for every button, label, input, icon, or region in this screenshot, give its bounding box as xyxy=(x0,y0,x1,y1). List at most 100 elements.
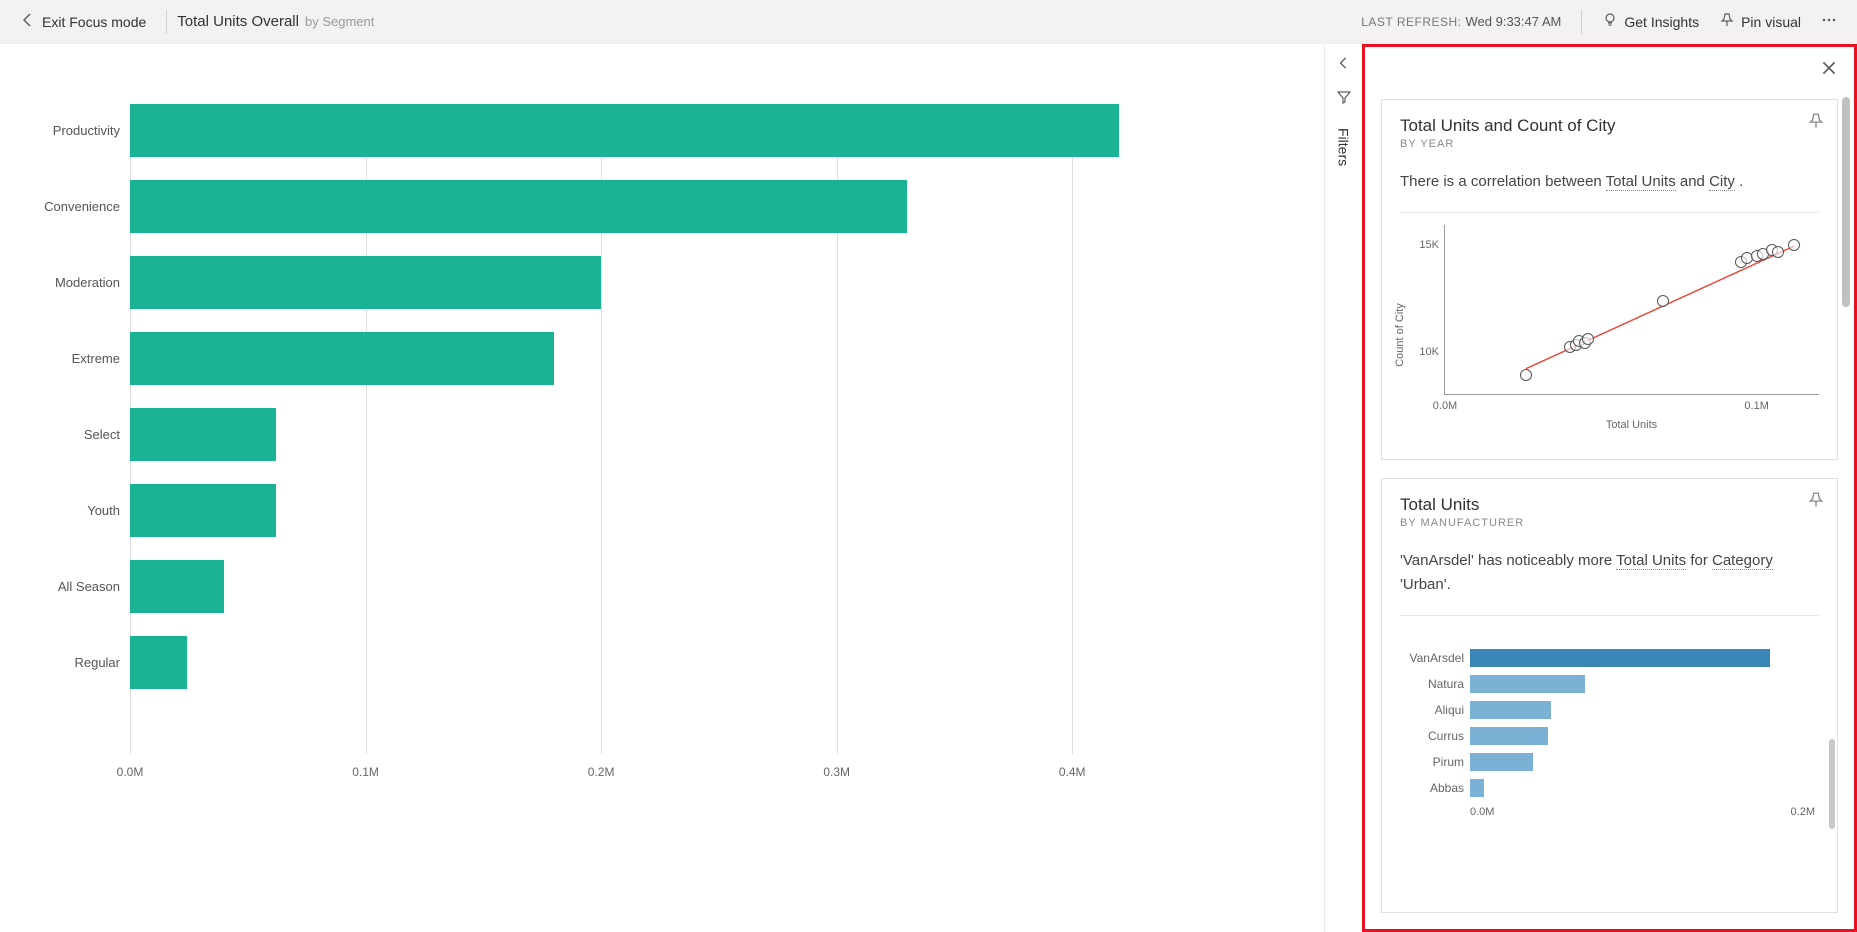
insight-bar-chart: VanArsdelNaturaAliquiCurrusPirumAbbas0.0… xyxy=(1400,646,1819,818)
pin-insight-button[interactable] xyxy=(1807,112,1825,135)
get-insights-button[interactable]: Get Insights xyxy=(1592,8,1709,35)
more-options-button[interactable] xyxy=(1811,8,1847,35)
divider xyxy=(1581,10,1582,34)
insights-pane: Total Units and Count of City BY YEAR Th… xyxy=(1362,44,1857,932)
bar-row[interactable]: All Season xyxy=(130,560,224,613)
bar xyxy=(130,180,907,233)
insight-title: Total Units and Count of City xyxy=(1400,116,1819,136)
scatter-x-tick: 0.0M xyxy=(1433,400,1457,412)
bar xyxy=(130,484,276,537)
bar xyxy=(130,408,276,461)
top-toolbar: Exit Focus mode Total Units Overall by S… xyxy=(0,0,1857,44)
bar-row[interactable]: Moderation xyxy=(130,256,601,309)
filters-pane-collapsed[interactable]: Filters xyxy=(1324,44,1362,932)
bar xyxy=(130,256,601,309)
insight-title: Total Units xyxy=(1400,495,1819,515)
bar-row[interactable]: Regular xyxy=(130,636,187,689)
mini-bar xyxy=(1470,753,1533,771)
page-title: Total Units Overall xyxy=(177,13,299,30)
mini-bar-label: Aliqui xyxy=(1400,703,1464,717)
mini-axis-tick: 0.2M xyxy=(1791,806,1815,818)
divider xyxy=(166,10,167,34)
close-insights-button[interactable] xyxy=(1816,55,1842,86)
bar xyxy=(130,636,187,689)
insight-subtitle: BY MANUFACTURER xyxy=(1400,517,1819,529)
mini-bar xyxy=(1470,779,1484,797)
bar-row[interactable]: Convenience xyxy=(130,180,907,233)
insight-card-manufacturer[interactable]: Total Units BY MANUFACTURER 'VanArsdel' … xyxy=(1381,478,1838,913)
pin-visual-label: Pin visual xyxy=(1741,14,1801,30)
mini-bar-axis: 0.0M 0.2M xyxy=(1470,806,1819,818)
scatter-x-tick: 0.1M xyxy=(1744,400,1768,412)
bar-category-label: Moderation xyxy=(10,275,120,290)
exit-label: Exit Focus mode xyxy=(42,14,146,30)
scatter-y-tick: 15K xyxy=(1401,239,1439,251)
pin-insight-button[interactable] xyxy=(1807,491,1825,514)
mini-axis-tick: 0.0M xyxy=(1470,806,1494,818)
main-chart-pane: 0.0M 0.1M 0.2M 0.3M 0.4M Productivity Convenie… xyxy=(0,44,1324,932)
x-axis-tick-label: 0.0M xyxy=(117,765,144,779)
mini-bar-row: Pirum xyxy=(1470,750,1819,774)
insight-description: There is a correlation between Total Uni… xyxy=(1400,170,1819,194)
bar-row[interactable]: Extreme xyxy=(130,332,554,385)
main-content: 0.0M 0.1M 0.2M 0.3M 0.4M Productivity Convenie… xyxy=(0,44,1857,932)
x-axis-tick-label: 0.4M xyxy=(1059,765,1086,779)
scatter-y-tick: 10K xyxy=(1401,346,1439,358)
insights-scrollbar[interactable] xyxy=(1842,97,1850,919)
insight-subtitle: BY YEAR xyxy=(1400,138,1819,150)
pin-icon xyxy=(1807,117,1825,134)
scatter-point xyxy=(1772,246,1784,258)
lightbulb-icon xyxy=(1602,12,1618,31)
pin-icon xyxy=(1807,496,1825,513)
get-insights-label: Get Insights xyxy=(1624,14,1699,30)
bar-category-label: Select xyxy=(10,427,120,442)
bar-row[interactable]: Select xyxy=(130,408,276,461)
mini-bar-row: Natura xyxy=(1470,672,1819,696)
mini-bar xyxy=(1470,675,1585,693)
scatter-point xyxy=(1520,369,1532,381)
bar-category-label: All Season xyxy=(10,579,120,594)
page-subtitle: by Segment xyxy=(305,14,374,29)
bar-category-label: Youth xyxy=(10,503,120,518)
insight-description: 'VanArsdel' has noticeably more Total Un… xyxy=(1400,549,1819,597)
filters-label: Filters xyxy=(1336,128,1352,166)
bar xyxy=(130,104,1119,157)
bar-category-label: Convenience xyxy=(10,199,120,214)
insight-scatter-chart: Count of City 10K15K0.0M0.1M Total Units xyxy=(1400,225,1819,445)
bar-category-label: Extreme xyxy=(10,351,120,366)
bar-row[interactable]: Productivity xyxy=(130,104,1119,157)
pin-visual-button[interactable]: Pin visual xyxy=(1709,8,1811,35)
last-refresh-time: Wed 9:33:47 AM xyxy=(1466,14,1562,29)
mini-bar-label: Abbas xyxy=(1400,781,1464,795)
mini-bar xyxy=(1470,727,1548,745)
pin-icon xyxy=(1719,12,1735,31)
scatter-point xyxy=(1582,333,1594,345)
mini-bar-row: Aliqui xyxy=(1470,698,1819,722)
bar-category-label: Productivity xyxy=(10,123,120,138)
insight-card-correlation[interactable]: Total Units and Count of City BY YEAR Th… xyxy=(1381,99,1838,460)
mini-bar-label: Currus xyxy=(1400,729,1464,743)
close-icon xyxy=(1820,64,1838,81)
ellipsis-icon xyxy=(1821,12,1837,31)
main-bar-chart[interactable]: 0.0M0.1M0.2M0.3M0.4MProductivityConvenie… xyxy=(130,104,1224,874)
mini-bar-label: Pirum xyxy=(1400,755,1464,769)
scatter-x-axis-title: Total Units xyxy=(1444,419,1819,431)
mini-bar-row: Abbas xyxy=(1470,776,1819,800)
chevron-left-icon xyxy=(1337,56,1351,75)
card-scrollbar[interactable] xyxy=(1829,739,1835,859)
bar-category-label: Regular xyxy=(10,655,120,670)
mini-bar-label: VanArsdel xyxy=(1400,651,1464,665)
x-axis-tick-label: 0.1M xyxy=(352,765,379,779)
bar xyxy=(130,560,224,613)
scatter-point xyxy=(1657,295,1669,307)
x-axis-tick-label: 0.2M xyxy=(588,765,615,779)
exit-focus-mode-button[interactable]: Exit Focus mode xyxy=(10,8,156,35)
bar xyxy=(130,332,554,385)
mini-bar-row: VanArsdel xyxy=(1470,646,1819,670)
mini-bar xyxy=(1470,649,1770,667)
x-axis-tick-label: 0.3M xyxy=(823,765,850,779)
mini-bar-label: Natura xyxy=(1400,677,1464,691)
scatter-point xyxy=(1788,239,1800,251)
mini-bar-row: Currus xyxy=(1470,724,1819,748)
bar-row[interactable]: Youth xyxy=(130,484,276,537)
